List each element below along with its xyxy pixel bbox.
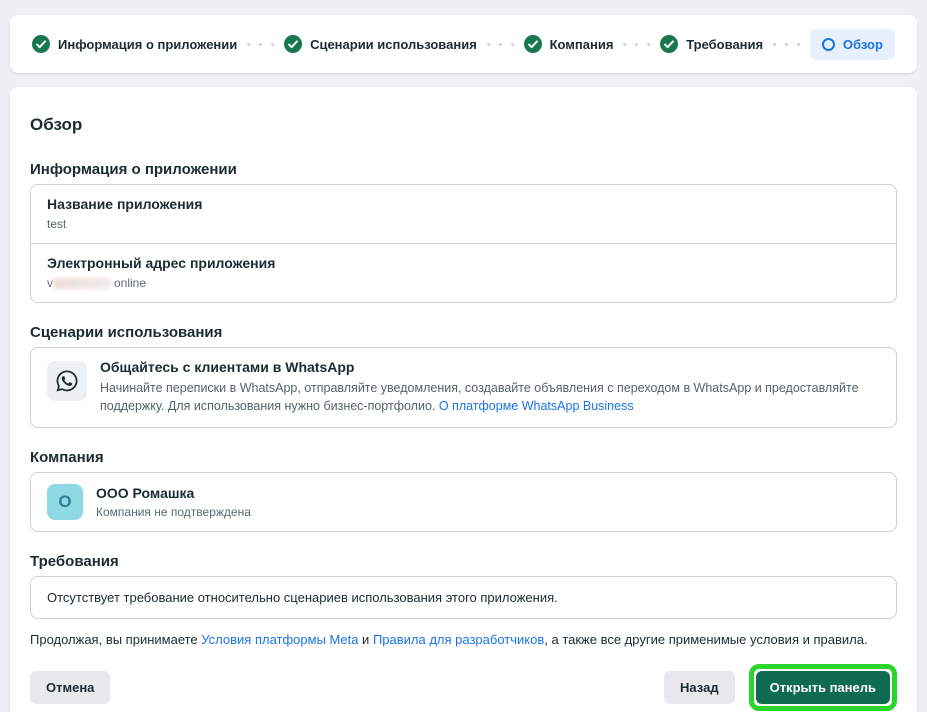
step-use-cases[interactable]: Сценарии использования bbox=[284, 35, 477, 53]
page-title: Обзор bbox=[30, 115, 897, 135]
company-status: Компания не подтверждена bbox=[96, 505, 251, 519]
whatsapp-business-link[interactable]: О платформе WhatsApp Business bbox=[439, 399, 634, 413]
check-circle-icon bbox=[660, 35, 678, 53]
open-dashboard-button[interactable]: Открыть панель bbox=[756, 671, 890, 704]
section-heading-use-cases: Сценарии использования bbox=[30, 324, 897, 341]
click-highlight-frame: Открыть панель bbox=[749, 664, 897, 711]
whatsapp-usecase-box: Общайтесь с клиентами в WhatsApp Начинай… bbox=[30, 347, 897, 428]
step-separator-dots bbox=[487, 43, 514, 46]
legal-suffix: , а также все другие применимые условия … bbox=[544, 632, 867, 647]
wizard-stepper: Информация о приложении Сценарии использ… bbox=[10, 15, 917, 73]
email-visible-suffix: online bbox=[114, 276, 146, 290]
current-step-circle-icon bbox=[822, 38, 835, 51]
check-circle-icon bbox=[284, 35, 302, 53]
check-circle-icon bbox=[524, 35, 542, 53]
whatsapp-icon bbox=[47, 361, 87, 401]
usecase-content: Общайтесь с клиентами в WhatsApp Начинай… bbox=[100, 359, 880, 415]
step-label: Требования bbox=[686, 37, 763, 52]
app-name-label: Название приложения bbox=[47, 196, 880, 213]
app-email-label: Электронный адрес приложения bbox=[47, 255, 880, 272]
step-company[interactable]: Компания bbox=[524, 35, 614, 53]
legal-text: Продолжая, вы принимаете Условия платфор… bbox=[30, 632, 897, 648]
back-button[interactable]: Назад bbox=[664, 671, 735, 704]
app-email-row: Электронный адрес приложения vonline bbox=[31, 243, 896, 302]
section-heading-company: Компания bbox=[30, 449, 897, 466]
step-separator-dots bbox=[623, 43, 650, 46]
app-name-value: test bbox=[47, 217, 880, 231]
usecase-description: Начинайте переписки в WhatsApp, отправля… bbox=[100, 379, 880, 415]
step-label: Сценарии использования bbox=[310, 37, 477, 52]
step-requirements[interactable]: Требования bbox=[660, 35, 763, 53]
app-email-value: vonline bbox=[47, 276, 880, 290]
step-app-info[interactable]: Информация о приложении bbox=[32, 35, 237, 53]
check-circle-icon bbox=[32, 35, 50, 53]
section-heading-app-info: Информация о приложении bbox=[30, 161, 897, 178]
company-name: ООО Ромашка bbox=[96, 485, 251, 502]
overview-panel: Обзор Информация о приложении Название п… bbox=[10, 87, 917, 712]
footer-actions: Отмена Назад Открыть панель bbox=[30, 664, 897, 711]
step-separator-dots bbox=[773, 43, 800, 46]
step-label: Обзор bbox=[843, 37, 883, 52]
cancel-button[interactable]: Отмена bbox=[30, 671, 110, 704]
meta-platform-terms-link[interactable]: Условия платформы Meta bbox=[201, 632, 358, 647]
company-avatar: O bbox=[47, 484, 83, 520]
step-label: Информация о приложении bbox=[58, 37, 237, 52]
app-name-row: Название приложения test bbox=[31, 185, 896, 243]
usecase-title: Общайтесь с клиентами в WhatsApp bbox=[100, 359, 880, 376]
developer-policies-link[interactable]: Правила для разработчиков bbox=[373, 632, 544, 647]
footer-right-actions: Назад Открыть панель bbox=[664, 664, 897, 711]
email-redacted-blur bbox=[53, 278, 111, 289]
legal-conjunction: и bbox=[358, 632, 373, 647]
step-overview-current[interactable]: Обзор bbox=[810, 29, 895, 60]
legal-prefix: Продолжая, вы принимаете bbox=[30, 632, 201, 647]
app-info-box: Название приложения test Электронный адр… bbox=[30, 184, 897, 303]
step-label: Компания bbox=[550, 37, 614, 52]
company-box: O ООО Ромашка Компания не подтверждена bbox=[30, 472, 897, 532]
step-separator-dots bbox=[247, 43, 274, 46]
requirements-box: Отсутствует требование относительно сцен… bbox=[30, 576, 897, 619]
company-content: ООО Ромашка Компания не подтверждена bbox=[96, 485, 251, 519]
section-heading-requirements: Требования bbox=[30, 553, 897, 570]
